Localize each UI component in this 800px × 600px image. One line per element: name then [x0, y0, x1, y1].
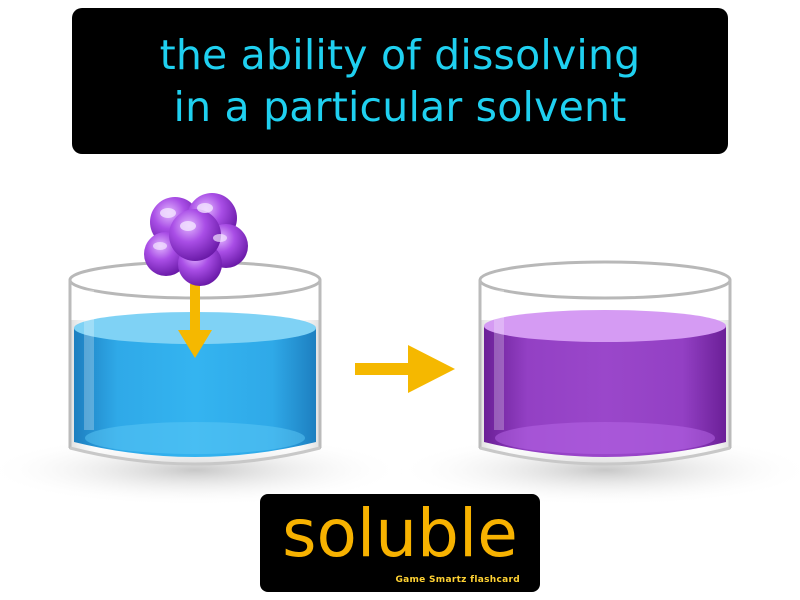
brand-label: Game Smartz flashcard [395, 575, 520, 585]
purple-molecule-cluster-icon [144, 193, 248, 286]
beaker-with-purple-liquid-icon [478, 260, 732, 466]
definition-box: the ability of dissolving in a particula… [72, 8, 728, 154]
definition-line-2: in a particular solvent [173, 83, 627, 131]
term-box: soluble Game Smartz flashcard [260, 494, 540, 592]
flashcard: the ability of dissolving in a particula… [0, 0, 800, 600]
right-arrow-icon [355, 345, 455, 393]
term-word: soluble [282, 495, 518, 572]
definition-line-1: the ability of dissolving [159, 31, 641, 79]
dissolving-illustration [0, 193, 800, 506]
